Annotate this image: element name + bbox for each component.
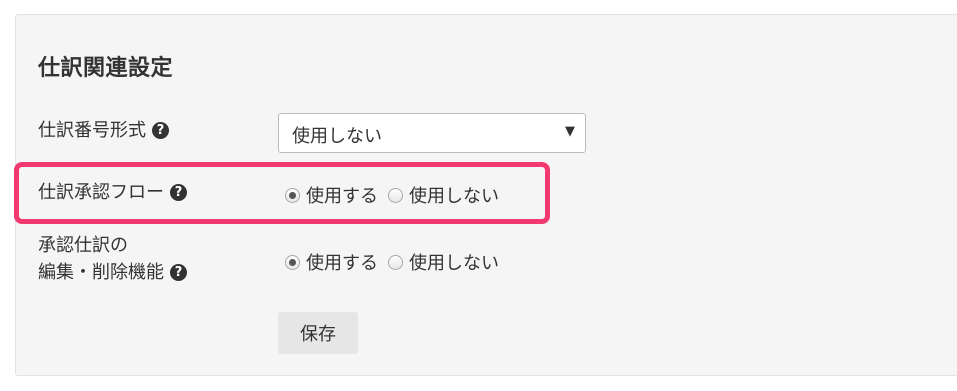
section-title: 仕訳関連設定 xyxy=(38,56,174,81)
approved-edit-delete-label-line2: 編集・削除機能? xyxy=(38,259,187,287)
select-value: 使用しない xyxy=(292,126,382,147)
help-icon[interactable]: ? xyxy=(152,121,169,139)
approval-flow-label: 仕訳承認フロー? xyxy=(38,179,187,207)
option-label: 使用する xyxy=(306,253,378,274)
approved-edit-delete-label-text: 編集・削除機能 xyxy=(38,262,164,283)
approved-edit-delete-option-not-use[interactable]: 使用しない xyxy=(388,249,499,275)
option-label: 使用しない xyxy=(409,186,499,207)
approval-flow-label-text: 仕訳承認フロー xyxy=(38,182,164,203)
option-label: 使用しない xyxy=(409,253,499,274)
approval-flow-radio-group: 使用する 使用しない xyxy=(285,182,509,208)
journal-number-format-label: 仕訳番号形式? xyxy=(38,117,169,145)
approved-edit-delete-radio-group: 使用する 使用しない xyxy=(285,249,509,275)
radio-button-checked[interactable] xyxy=(285,254,300,270)
help-icon[interactable]: ? xyxy=(170,263,187,281)
radio-button[interactable] xyxy=(388,187,403,203)
radio-button-checked[interactable] xyxy=(285,187,300,203)
help-icon[interactable]: ? xyxy=(170,183,187,201)
approved-edit-delete-option-use[interactable]: 使用する xyxy=(285,249,378,275)
approved-edit-delete-label-line1: 承認仕訳の xyxy=(38,235,128,256)
radio-button[interactable] xyxy=(388,254,403,270)
caret-down-icon: ▼ xyxy=(565,124,575,139)
save-button[interactable]: 保存 xyxy=(278,312,358,354)
journal-number-format-label-text: 仕訳番号形式 xyxy=(38,120,146,141)
option-label: 使用する xyxy=(306,186,378,207)
approval-flow-option-use[interactable]: 使用する xyxy=(285,182,378,208)
approval-flow-option-not-use[interactable]: 使用しない xyxy=(388,182,499,208)
journal-number-format-select[interactable]: 使用しない ▼ xyxy=(278,113,586,153)
